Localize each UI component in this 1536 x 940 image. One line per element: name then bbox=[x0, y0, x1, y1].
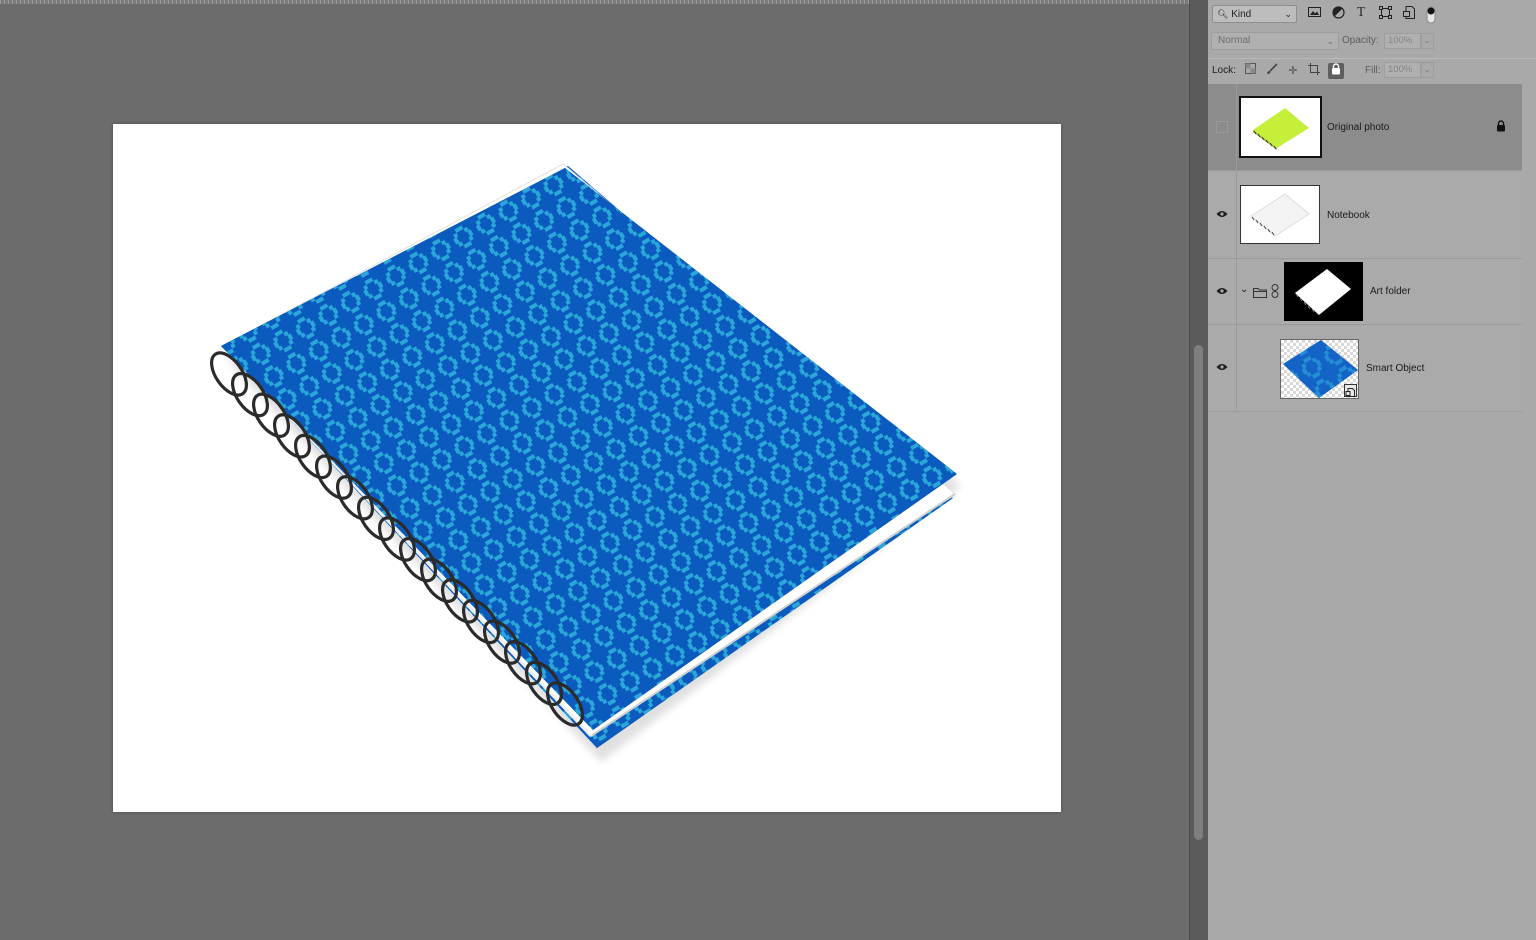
visibility-toggle[interactable] bbox=[1208, 171, 1237, 258]
layer-name[interactable]: Smart Object bbox=[1366, 363, 1424, 374]
lock-position-icon[interactable]: ✛ bbox=[1285, 63, 1301, 79]
notebook-artwork bbox=[209, 163, 961, 762]
layers-list: Original photo Notebook ⌄ Art folder Sma… bbox=[1208, 84, 1522, 412]
layer-lock-icon bbox=[1496, 120, 1506, 135]
layer-filter-bar: 🔍︎ Kind ⌄ T bbox=[1208, 0, 1536, 28]
layer-thumbnail[interactable] bbox=[1280, 339, 1359, 399]
visibility-toggle[interactable] bbox=[1208, 259, 1237, 324]
eye-icon bbox=[1216, 286, 1228, 298]
folder-icon bbox=[1253, 285, 1267, 303]
blend-mode-select[interactable]: Normal ⌄ bbox=[1211, 32, 1339, 50]
fill-label: Fill: bbox=[1365, 65, 1381, 76]
opacity-dropdown-button[interactable]: ⌄ bbox=[1420, 33, 1434, 49]
layers-panel: 🔍︎ Kind ⌄ T Normal ⌄ Opacity: 100% ⌄ Loc… bbox=[1208, 0, 1536, 940]
filter-kind-label: Kind bbox=[1231, 9, 1252, 20]
blend-mode-value: Normal bbox=[1218, 35, 1251, 46]
lock-artboard-icon[interactable] bbox=[1306, 63, 1322, 79]
visibility-toggle[interactable] bbox=[1208, 325, 1237, 411]
layer-thumbnail[interactable] bbox=[1239, 96, 1322, 158]
layer-thumbnail[interactable] bbox=[1240, 185, 1320, 244]
layer-row-notebook[interactable]: Notebook bbox=[1208, 171, 1522, 259]
layer-mask-thumbnail[interactable] bbox=[1284, 262, 1363, 321]
scrollbar-thumb[interactable] bbox=[1194, 345, 1203, 840]
horizontal-ruler bbox=[0, 0, 1189, 4]
smart-object-filter-icon[interactable] bbox=[1402, 6, 1416, 20]
opacity-label: Opacity: bbox=[1342, 35, 1379, 46]
blend-opacity-bar: Normal ⌄ Opacity: 100% ⌄ bbox=[1208, 30, 1536, 54]
lock-all-icon[interactable] bbox=[1328, 63, 1344, 79]
layer-row-smart-object[interactable]: Smart Object bbox=[1208, 325, 1522, 412]
layer-name[interactable]: Art folder bbox=[1370, 286, 1411, 297]
lock-transparent-icon[interactable] bbox=[1242, 63, 1258, 79]
chevron-down-icon[interactable]: ⌄ bbox=[1240, 284, 1248, 295]
layer-name[interactable]: Original photo bbox=[1327, 122, 1389, 133]
filter-toggle-icon[interactable] bbox=[1424, 6, 1438, 24]
lock-paint-icon[interactable] bbox=[1264, 63, 1280, 79]
visibility-off-box bbox=[1216, 121, 1228, 133]
lock-label: Lock: bbox=[1212, 65, 1236, 76]
type-filter-icon[interactable]: T bbox=[1354, 6, 1368, 20]
smart-object-badge-icon bbox=[1344, 384, 1357, 397]
search-icon: 🔍︎ bbox=[1217, 9, 1229, 19]
chevron-down-icon: ⌄ bbox=[1284, 9, 1292, 19]
shape-filter-icon[interactable] bbox=[1378, 6, 1392, 20]
lock-fill-bar: Lock: ✛ Fill: 100% ⌄ bbox=[1208, 58, 1536, 82]
visibility-toggle[interactable] bbox=[1208, 84, 1237, 170]
fill-dropdown-button[interactable]: ⌄ bbox=[1420, 62, 1434, 78]
chevron-down-icon: ⌄ bbox=[1326, 36, 1334, 46]
mask-link-icon[interactable] bbox=[1271, 284, 1279, 303]
layer-row-original-photo[interactable]: Original photo bbox=[1208, 84, 1522, 171]
canvas-area[interactable] bbox=[0, 0, 1189, 940]
eye-icon bbox=[1216, 362, 1228, 374]
layer-row-art-folder[interactable]: ⌄ Art folder bbox=[1208, 259, 1522, 325]
adjustment-filter-icon[interactable] bbox=[1331, 6, 1345, 20]
fill-input[interactable]: 100% bbox=[1384, 62, 1422, 78]
vertical-scrollbar[interactable] bbox=[1189, 0, 1208, 940]
eye-icon bbox=[1216, 209, 1228, 221]
layer-name[interactable]: Notebook bbox=[1327, 210, 1370, 221]
filter-kind-select[interactable]: 🔍︎ Kind ⌄ bbox=[1212, 5, 1297, 23]
image-filter-icon[interactable] bbox=[1307, 6, 1321, 20]
opacity-input[interactable]: 100% bbox=[1384, 33, 1422, 49]
document-canvas[interactable] bbox=[113, 124, 1061, 812]
